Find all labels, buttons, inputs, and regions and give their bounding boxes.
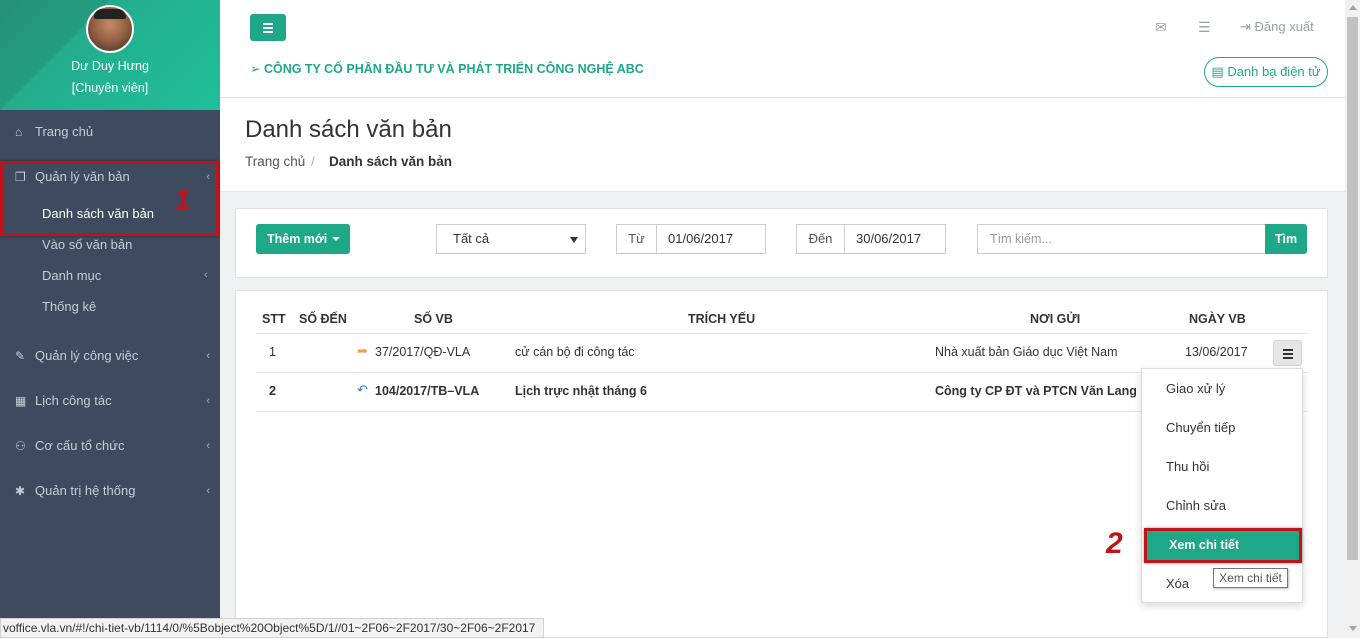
chevron-left-icon: ‹ (206, 485, 210, 497)
hamburger-line (1283, 357, 1293, 359)
annotation-number-2: 2 (1106, 527, 1123, 560)
cell-ngay-vb: 13/06/2017 (1185, 345, 1248, 359)
column-header-trich-yeu: TRÍCH YẾU (688, 312, 756, 326)
chevron-left-icon: ‹ (204, 269, 208, 281)
sidebar-subitem-register[interactable]: Vào sổ văn bản (42, 233, 132, 257)
book-icon: ▤ (1211, 64, 1228, 79)
home-icon: ⌂ (15, 125, 23, 139)
document-type-value: Tất cả (453, 231, 490, 246)
sidebar-item-label: Quản lý công việc (35, 348, 139, 363)
search-input[interactable]: Tìm kiếm... (977, 224, 1266, 254)
user-profile: Dư Duy Hưng [Chuyên viên] (0, 0, 220, 110)
from-date-input[interactable]: 01/06/2017 (656, 224, 766, 254)
edit-icon: ✎ (15, 349, 26, 363)
to-date-input[interactable]: 30/06/2017 (844, 224, 946, 254)
hamburger-line (1283, 353, 1293, 355)
sidebar-item-home[interactable]: ⌂ Trang chủ (0, 117, 220, 147)
cell-noi-gui: Nhà xuất bản Giáo dục Việt Nam (935, 345, 1118, 359)
forward-arrow-icon: ➦ (357, 343, 368, 358)
hamburger-line (263, 27, 273, 29)
caret-down-icon (332, 237, 340, 241)
paper-plane-icon: ➢ (250, 62, 264, 76)
dropdown-arrow-icon (570, 237, 578, 243)
topbar: ➢ CÔNG TY CỔ PHẦN ĐẦU TƯ VÀ PHÁT TRIỂN C… (220, 0, 1345, 98)
menu-item-forward[interactable]: Chuyển tiếp (1166, 420, 1235, 435)
user-role: [Chuyên viên] (71, 81, 149, 95)
avatar-hair (94, 9, 126, 19)
browser-status-url: voffice.vla.vn/#!/chi-tiet-vb/1114/0/%5B… (0, 618, 544, 638)
hamburger-line (1283, 349, 1293, 351)
breadcrumb-home[interactable]: Trang chủ (245, 154, 305, 169)
user-name: Dư Duy Hưng (71, 59, 149, 73)
scroll-down-arrow-icon[interactable] (1349, 626, 1357, 631)
page-scrollbar[interactable] (1345, 0, 1360, 638)
avatar[interactable] (86, 5, 134, 53)
scroll-thumb[interactable] (1347, 17, 1358, 560)
menu-item-assign[interactable]: Giao xử lý (1166, 381, 1225, 396)
breadcrumb-separator: / (311, 154, 315, 169)
menu-item-delete[interactable]: Xóa (1166, 576, 1189, 591)
column-header-so-den: SỐ ĐẾN (299, 312, 347, 326)
cell-so-vb[interactable]: 37/2017/QĐ-VLA (375, 345, 470, 359)
org-chart-icon: ⚇ (15, 439, 26, 453)
add-new-label: Thêm mới (267, 232, 328, 246)
scroll-up-arrow-icon[interactable] (1349, 5, 1357, 10)
hamburger-line (263, 31, 273, 33)
add-new-button[interactable]: Thêm mới (256, 224, 350, 254)
breadcrumb-current: Danh sách văn bản (329, 154, 453, 169)
list-icon[interactable]: ☰ (1198, 19, 1211, 36)
cell-stt: 1 (269, 345, 276, 359)
chevron-left-icon: ‹ (206, 395, 210, 407)
document-type-select[interactable]: Tất cả (436, 224, 586, 254)
to-date-label: Đến (796, 224, 845, 254)
sidebar-item-label: Quản trị hệ thống (35, 483, 136, 498)
gear-icon: ✱ (15, 484, 26, 498)
company-name-text: CÔNG TY CỔ PHẦN ĐẦU TƯ VÀ PHÁT TRIỂN CÔN… (263, 62, 644, 76)
cell-so-vb[interactable]: 104/2017/TB–VLA (375, 384, 479, 398)
cell-noi-gui: Công ty CP ĐT và PTCN Văn Lang (935, 384, 1137, 398)
sidebar-item-label: Lịch công tác (35, 393, 112, 408)
sidebar-item-organization[interactable]: ⚇ Cơ cấu tổ chức ‹ (0, 431, 220, 461)
sidebar-subitem-statistics[interactable]: Thống kê (42, 295, 96, 319)
sidebar-item-tasks[interactable]: ✎ Quản lý công việc ‹ (0, 341, 220, 371)
filter-panel: Thêm mới Tất cả Từ 01/06/2017 Đến 30/06/… (235, 208, 1328, 278)
mail-icon[interactable]: ✉ (1155, 19, 1167, 36)
from-date-label: Từ (616, 224, 657, 254)
chevron-left-icon: ‹ (206, 440, 210, 452)
cell-stt: 2 (269, 384, 276, 398)
logout-link[interactable]: ⇥ Đăng xuất (1240, 19, 1314, 35)
page-header: Danh sách văn bản Trang chủ / Danh sách … (220, 98, 1345, 192)
search-button[interactable]: Tìm (1265, 224, 1307, 254)
page-title: Danh sách văn bản (245, 116, 452, 143)
menu-toggle-button[interactable] (250, 14, 286, 41)
column-header-stt: STT (262, 312, 286, 326)
annotation-box-2 (1144, 528, 1302, 563)
sidebar-subitem-catalog[interactable]: Danh mục (42, 264, 101, 288)
tooltip: Xem chi tiết (1213, 568, 1288, 588)
table-divider (256, 333, 1308, 334)
menu-item-revoke[interactable]: Thu hồi (1166, 459, 1209, 474)
sidebar-item-label: Trang chủ (35, 124, 94, 139)
sidebar-item-calendar[interactable]: ▦ Lịch công tác ‹ (0, 386, 220, 416)
sidebar: Dư Duy Hưng [Chuyên viên] ⌂ Trang chủ ❐ … (0, 0, 220, 638)
annotation-number-1: 1 (174, 184, 191, 217)
directory-label: Danh bạ điện tử (1227, 64, 1321, 79)
chevron-left-icon: ‹ (206, 350, 210, 362)
company-name: ➢ CÔNG TY CỔ PHẦN ĐẦU TƯ VÀ PHÁT TRIỂN C… (250, 61, 644, 76)
menu-item-edit[interactable]: Chỉnh sửa (1166, 498, 1226, 513)
logout-label: Đăng xuất (1254, 19, 1314, 34)
hamburger-line (263, 23, 273, 25)
sidebar-item-label: Cơ cấu tổ chức (35, 438, 125, 453)
sidebar-item-admin[interactable]: ✱ Quản trị hệ thống ‹ (0, 476, 220, 506)
column-header-noi-gui: NƠI GỬI (1030, 312, 1081, 326)
column-header-so-vb: SỐ VB (414, 312, 453, 326)
directory-button[interactable]: ▤ Danh bạ điện tử (1204, 57, 1328, 87)
cell-trich-yeu[interactable]: cử cán bộ đi công tác (515, 345, 635, 359)
reply-arrow-icon: ↶ (357, 382, 368, 397)
calendar-icon: ▦ (15, 394, 27, 408)
logout-icon: ⇥ (1240, 19, 1255, 34)
cell-trich-yeu[interactable]: Lịch trực nhật tháng 6 (515, 384, 647, 398)
column-header-ngay-vb: NGÀY VB (1189, 312, 1246, 326)
row-actions-button[interactable] (1273, 340, 1302, 366)
